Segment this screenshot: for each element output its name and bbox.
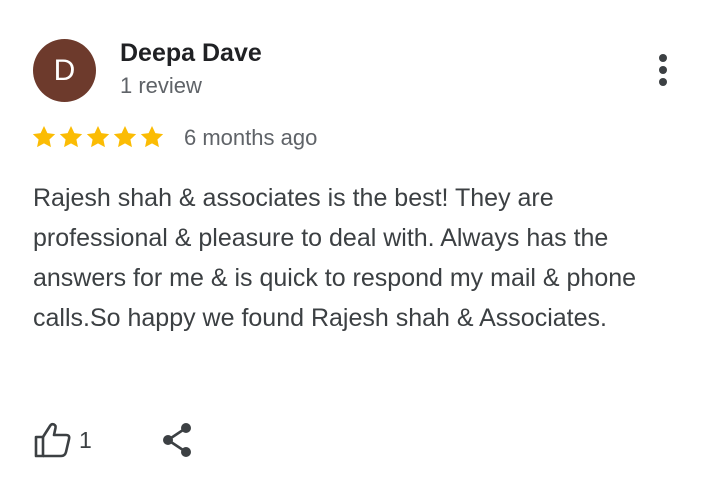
reviewer-review-count: 1 review bbox=[120, 73, 202, 98]
like-button[interactable]: 1 bbox=[33, 420, 92, 460]
more-options-button[interactable] bbox=[648, 48, 678, 92]
star-icon bbox=[113, 125, 137, 148]
more-vert-icon-dot-2 bbox=[659, 66, 667, 74]
avatar[interactable]: D bbox=[33, 39, 96, 102]
thumbs-up-icon bbox=[34, 422, 71, 458]
reviewer-name[interactable]: Deepa Dave bbox=[120, 39, 262, 68]
star-icon bbox=[32, 125, 56, 148]
like-count: 1 bbox=[79, 426, 92, 453]
review-time: 6 months ago bbox=[184, 125, 318, 150]
share-icon[interactable] bbox=[158, 420, 198, 460]
avatar-letter: D bbox=[53, 54, 76, 87]
star-icon bbox=[59, 125, 83, 148]
star-rating bbox=[31, 124, 165, 150]
star-icon bbox=[140, 125, 164, 148]
more-vert-icon-dot-3 bbox=[659, 78, 667, 86]
review-body: Rajesh shah & associates is the best! Th… bbox=[33, 184, 637, 332]
star-icon bbox=[86, 125, 110, 148]
more-vert-icon bbox=[659, 54, 667, 62]
review-card: D Deepa Dave 1 review 6 months ago Rajes… bbox=[0, 0, 702, 489]
